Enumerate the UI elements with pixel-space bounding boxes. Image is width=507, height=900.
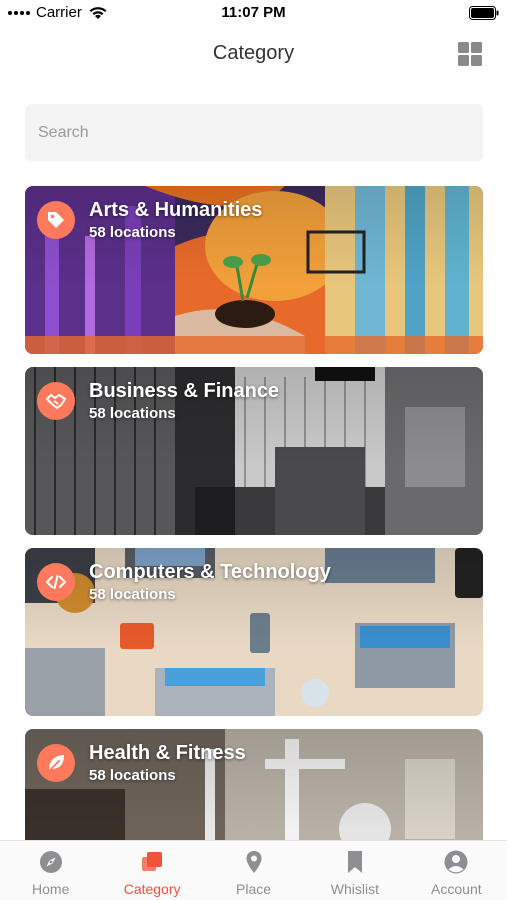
status-bar: Carrier 11:07 PM <box>0 0 507 26</box>
tab-label: Whislist <box>330 881 380 897</box>
account-icon <box>444 850 468 874</box>
nav-bar: Category <box>0 26 507 82</box>
tag-icon <box>48 212 64 228</box>
category-list: Arts & Humanities 58 locations Business … <box>25 186 483 840</box>
grid-icon <box>458 42 482 66</box>
category-title: Computers & Technology <box>89 561 331 583</box>
bookmark-icon <box>347 851 362 873</box>
signal-icon <box>8 10 30 15</box>
leaf-icon-badge <box>37 744 75 782</box>
page-title: Category <box>212 42 295 64</box>
category-card-health[interactable]: Health & Fitness 58 locations <box>25 729 483 840</box>
tag-icon-badge <box>37 201 75 239</box>
category-title: Business & Finance <box>89 380 280 402</box>
tab-label: Place <box>236 881 272 897</box>
category-count: 58 locations <box>89 586 176 603</box>
wifi-icon <box>89 6 107 19</box>
tab-bar: Home Category Place Whislist Account <box>0 840 507 900</box>
handshake-icon-badge <box>37 382 75 420</box>
grid-view-button[interactable] <box>457 41 483 67</box>
tab-wishlist[interactable]: Whislist <box>304 841 405 900</box>
category-title: Health & Fitness <box>89 742 246 764</box>
tab-category[interactable]: Category <box>101 841 202 900</box>
status-left: Carrier <box>8 4 108 21</box>
battery-icon <box>469 6 499 20</box>
category-title: Arts & Humanities <box>89 199 263 221</box>
carrier-label: Carrier <box>36 4 82 21</box>
category-count: 58 locations <box>89 224 176 241</box>
search-input[interactable] <box>25 104 483 161</box>
tab-label: Account <box>431 881 482 897</box>
tab-label: Category <box>123 881 181 897</box>
category-icon <box>142 852 163 871</box>
handshake-icon <box>46 394 66 409</box>
leaf-icon <box>48 755 64 772</box>
category-count: 58 locations <box>89 405 176 422</box>
compass-icon <box>39 851 62 873</box>
code-icon <box>45 574 67 590</box>
tab-account[interactable]: Account <box>406 841 507 900</box>
tab-label: Home <box>32 881 70 897</box>
category-card-arts[interactable]: Arts & Humanities 58 locations <box>25 186 483 354</box>
category-card-computers[interactable]: Computers & Technology 58 locations <box>25 548 483 716</box>
location-pin-icon <box>246 851 262 873</box>
category-count: 58 locations <box>89 767 176 784</box>
tab-place[interactable]: Place <box>203 841 304 900</box>
category-card-business[interactable]: Business & Finance 58 locations <box>25 367 483 535</box>
code-icon-badge <box>37 563 75 601</box>
tab-home[interactable]: Home <box>0 841 101 900</box>
